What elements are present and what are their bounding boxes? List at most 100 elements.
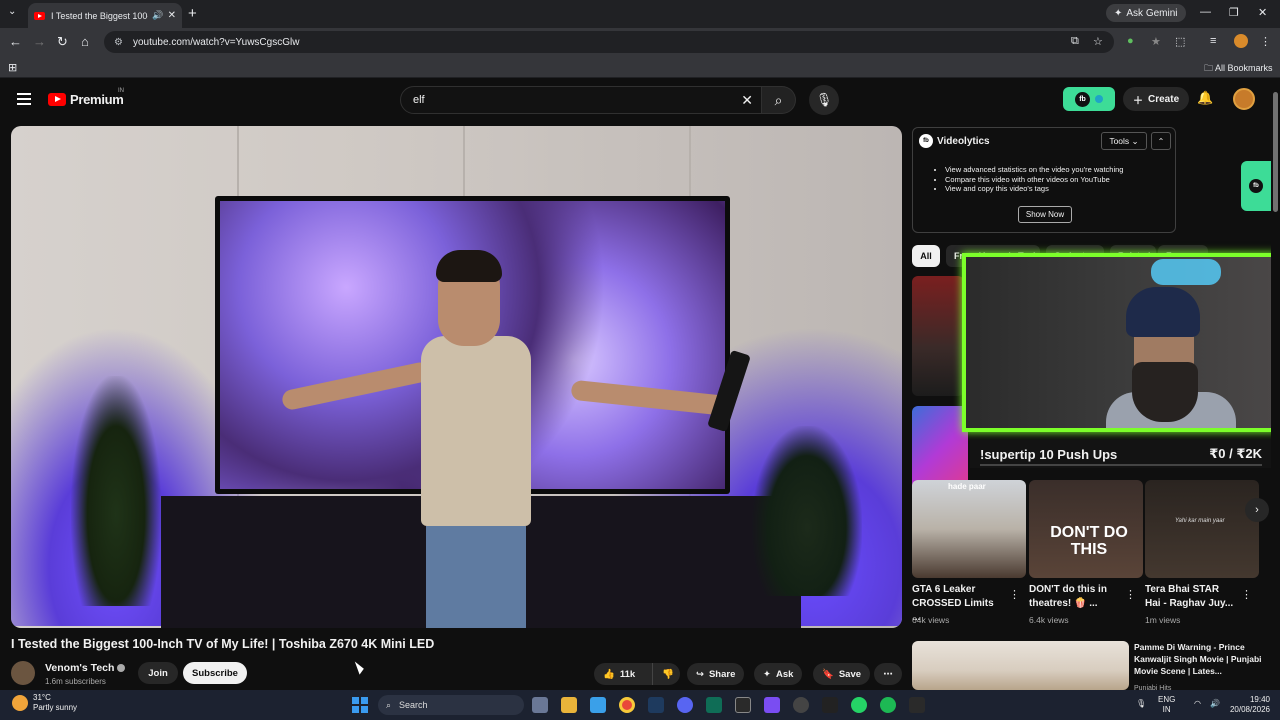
account-avatar[interactable] bbox=[1233, 88, 1255, 110]
more-options-icon[interactable]: ⋮ bbox=[1009, 588, 1020, 601]
terminal-icon[interactable] bbox=[706, 697, 722, 713]
channel-name[interactable]: Venom's Tech bbox=[45, 662, 126, 674]
youtube-logo[interactable]: Premium IN bbox=[48, 88, 124, 107]
profile-avatar-icon[interactable] bbox=[1234, 34, 1248, 48]
video-card-title[interactable]: Pamme Di Warning - Prince Kanwaljit Sing… bbox=[1134, 641, 1262, 677]
chip-all[interactable]: All bbox=[912, 245, 940, 267]
extension-icon[interactable]: ● bbox=[1127, 35, 1134, 47]
next-shorts-button[interactable]: › bbox=[1245, 498, 1269, 522]
new-tab-button[interactable]: + bbox=[188, 5, 197, 22]
save-button[interactable]: 🔖 Save bbox=[813, 663, 871, 685]
address-bar[interactable]: ⚙ youtube.com/watch?v=YuwsCgscGlw bbox=[104, 31, 1114, 53]
notepad-icon[interactable] bbox=[590, 697, 606, 713]
cast-icon[interactable]: ⧉ bbox=[1071, 35, 1079, 48]
chrome-icon[interactable] bbox=[619, 697, 635, 713]
star-icon[interactable]: ★ bbox=[1151, 35, 1161, 48]
apps-grid-icon[interactable]: ⊞ bbox=[8, 61, 17, 74]
join-button[interactable]: Join bbox=[138, 662, 178, 684]
videolytics-feature-list: View advanced statistics on the video yo… bbox=[945, 165, 1123, 194]
browser-tab[interactable]: I Tested the Biggest 100-Inch 🔊 ✕ bbox=[28, 3, 182, 28]
grid-app-icon[interactable] bbox=[764, 697, 780, 713]
video-player[interactable] bbox=[11, 126, 902, 628]
capcut-icon[interactable] bbox=[822, 697, 838, 713]
video-thumbnail[interactable] bbox=[912, 641, 1129, 690]
like-button[interactable]: 👍 11k bbox=[594, 663, 652, 685]
video-thumbnail[interactable] bbox=[912, 276, 964, 396]
create-button[interactable]: ＋ Create bbox=[1123, 87, 1190, 111]
windows-start-icon[interactable] bbox=[352, 697, 368, 713]
video-thumbnail[interactable]: DON'T DO THIS bbox=[1029, 480, 1143, 578]
app-icon[interactable] bbox=[735, 697, 751, 713]
collapse-panel-button[interactable]: ⌃ bbox=[1151, 132, 1171, 150]
extensions-puzzle-icon[interactable]: ⬚ bbox=[1175, 35, 1185, 48]
presenter-in-video bbox=[386, 246, 596, 628]
ask-label: Ask bbox=[775, 668, 794, 680]
home-icon[interactable]: ⌂ bbox=[81, 34, 89, 49]
media-control-icon[interactable]: ≡ bbox=[1210, 35, 1216, 47]
speaker-icon[interactable]: 🔊 bbox=[152, 10, 163, 21]
voice-search-button[interactable]: 🎙 bbox=[809, 85, 839, 115]
sparkle-icon: ✦ bbox=[763, 668, 771, 680]
videolytics-side-tab[interactable]: fb bbox=[1241, 161, 1271, 211]
weather-widget[interactable]: 31°C Partly sunny bbox=[12, 693, 77, 713]
bookmark-star-icon[interactable]: ☆ bbox=[1093, 35, 1103, 48]
show-now-button[interactable]: Show Now bbox=[1018, 206, 1072, 223]
more-options-icon[interactable]: ⋮ bbox=[1241, 588, 1252, 601]
more-options-icon[interactable]: ⋮ bbox=[1125, 588, 1136, 601]
close-window-icon[interactable]: ✕ bbox=[1258, 6, 1267, 19]
scrollbar-thumb[interactable] bbox=[1273, 92, 1278, 212]
webcam-overlay bbox=[962, 253, 1278, 432]
restore-icon[interactable]: ❐ bbox=[1229, 6, 1239, 19]
clear-search-icon[interactable]: ✕ bbox=[741, 92, 753, 109]
video-card-views: 1m views bbox=[1145, 615, 1181, 625]
search-icon: ⌕ bbox=[386, 699, 392, 710]
task-view-icon[interactable] bbox=[532, 697, 548, 713]
search-button[interactable]: ⌕ bbox=[762, 86, 796, 114]
forward-icon[interactable]: → bbox=[33, 34, 46, 49]
close-tab-icon[interactable]: ✕ bbox=[168, 10, 176, 21]
search-input[interactable]: elf ✕ bbox=[400, 86, 762, 114]
reload-icon[interactable]: ↻ bbox=[57, 34, 68, 50]
back-icon[interactable]: ← bbox=[9, 34, 22, 49]
region-code: IN bbox=[1162, 705, 1171, 714]
videolytics-logo-icon: fb bbox=[919, 134, 933, 148]
whatsapp-icon[interactable] bbox=[851, 697, 867, 713]
clock-time: 19:40 bbox=[1249, 695, 1270, 704]
all-bookmarks-button[interactable]: 🗀 All Bookmarks bbox=[1204, 61, 1273, 77]
share-button[interactable]: ↪ Share bbox=[687, 663, 745, 685]
video-card-title[interactable]: Tera Bhai STAR Hai - Raghav Juy... bbox=[1145, 583, 1237, 611]
volume-icon[interactable]: 🔊 bbox=[1210, 699, 1220, 709]
wifi-icon[interactable]: ◠ bbox=[1194, 699, 1201, 709]
site-info-icon[interactable]: ⚙ bbox=[114, 37, 123, 48]
supertip-progress bbox=[980, 464, 1262, 466]
microphone-icon[interactable]: 🎙 bbox=[1136, 699, 1146, 709]
spotify-icon[interactable] bbox=[880, 697, 896, 713]
discord-icon[interactable] bbox=[677, 697, 693, 713]
subscribe-button[interactable]: Subscribe bbox=[183, 662, 247, 684]
search-value: elf bbox=[413, 94, 425, 106]
dislike-button[interactable]: 👎 bbox=[652, 663, 680, 685]
tools-dropdown[interactable]: Tools ⌄ bbox=[1101, 132, 1147, 150]
ask-gemini-button[interactable]: ✦ Ask Gemini bbox=[1106, 4, 1186, 22]
taskbar-search[interactable]: ⌕ Search bbox=[378, 695, 524, 715]
verified-badge-icon bbox=[117, 664, 126, 673]
obs-icon[interactable] bbox=[793, 697, 809, 713]
videolytics-toolbar-button[interactable]: fb bbox=[1063, 87, 1115, 111]
language-indicator[interactable]: ENG IN bbox=[1158, 695, 1175, 715]
tab-search-icon[interactable]: ⌄ bbox=[8, 6, 16, 17]
videolytics-title: Videolytics bbox=[937, 135, 990, 147]
video-thumbnail[interactable]: Yahi kar main yaar bbox=[1145, 480, 1259, 578]
minimize-icon[interactable]: — bbox=[1200, 6, 1211, 18]
app-icon[interactable] bbox=[909, 697, 925, 713]
steam-icon[interactable] bbox=[648, 697, 664, 713]
clock[interactable]: 19:40 20/08/2026 bbox=[1226, 695, 1270, 715]
chrome-menu-icon[interactable]: ⋮ bbox=[1260, 35, 1271, 48]
more-actions-button[interactable]: ⋯ bbox=[874, 663, 902, 685]
channel-avatar[interactable] bbox=[11, 661, 35, 685]
file-explorer-icon[interactable] bbox=[561, 697, 577, 713]
video-card-title[interactable]: DON'T do this in theatres! 🍿 ... bbox=[1029, 583, 1121, 611]
video-thumbnail[interactable]: hade paar bbox=[912, 480, 1026, 578]
ask-button[interactable]: ✦ Ask bbox=[754, 663, 803, 685]
notifications-bell-icon[interactable]: 🔔 bbox=[1197, 90, 1213, 106]
menu-icon[interactable] bbox=[17, 93, 31, 108]
